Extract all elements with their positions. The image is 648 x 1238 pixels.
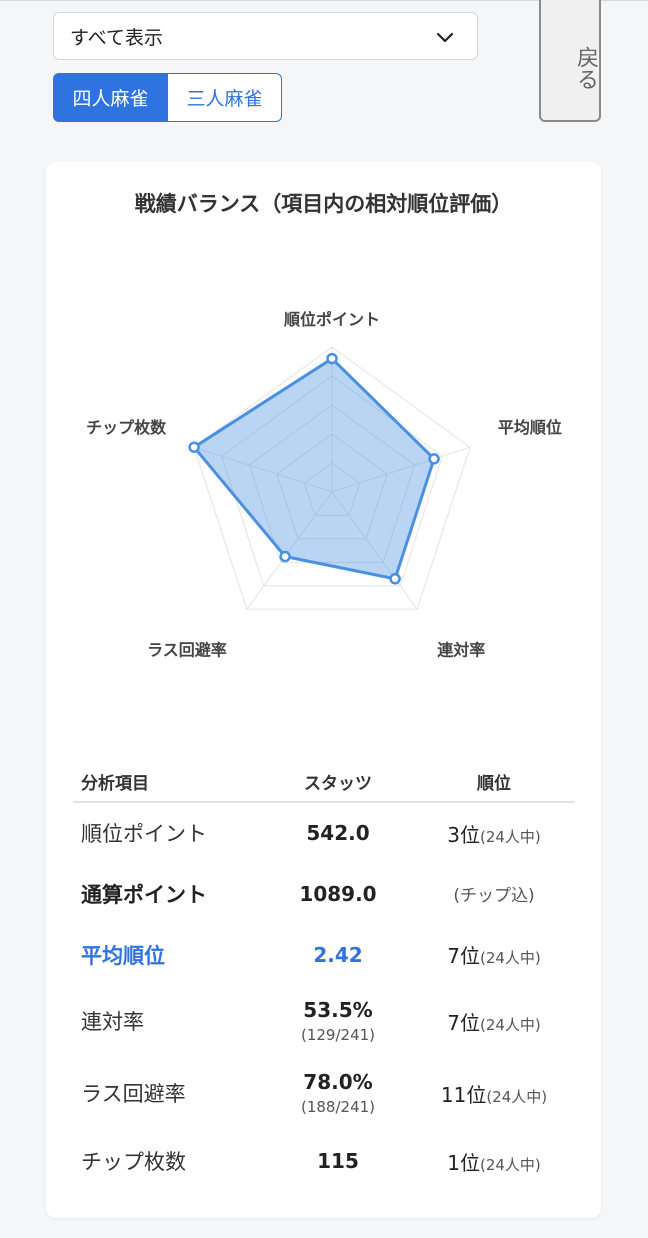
value-text: 78.0% bbox=[303, 1070, 373, 1094]
header-stats: スタッツ bbox=[263, 762, 413, 803]
rank-text: 7位 bbox=[447, 944, 480, 968]
row-note: (チップ込) bbox=[453, 886, 535, 906]
table-row: 通算ポイント 1089.0 (チップ込) bbox=[73, 863, 575, 924]
row-value: 2.42 bbox=[313, 942, 363, 967]
tab-four-player-label: 四人麻雀 bbox=[72, 88, 149, 110]
row-item: 平均順位 bbox=[81, 943, 165, 968]
player-count-toggle: 四人麻雀 三人麻雀 bbox=[53, 73, 282, 122]
stats-table: 分析項目 スタッツ 順位 順位ポイント 542.0 3位(24人中) 通算ポイン… bbox=[73, 762, 575, 1193]
table-row: 連対率 53.5% (129/241) 7位(24人中) bbox=[73, 985, 575, 1057]
row-value: 53.5% (129/241) bbox=[263, 985, 413, 1057]
filter-select-value: すべて表示 bbox=[70, 26, 163, 49]
row-item: 連対率 bbox=[81, 1010, 144, 1034]
chevron-down-icon bbox=[436, 32, 454, 43]
row-value: 78.0% (188/241) bbox=[263, 1057, 413, 1129]
tab-three-player-label: 三人麻雀 bbox=[186, 88, 263, 110]
rank-sub: (24人中) bbox=[479, 1015, 541, 1034]
table-row: 順位ポイント 542.0 3位(24人中) bbox=[73, 802, 575, 863]
row-rank: 7位(24人中) bbox=[413, 985, 575, 1057]
table-row: 平均順位 2.42 7位(24人中) bbox=[73, 924, 575, 985]
row-item: ラス回避率 bbox=[81, 1082, 186, 1106]
tab-three-player[interactable]: 三人麻雀 bbox=[168, 73, 282, 122]
radar-axis-label: 連対率 bbox=[437, 640, 485, 659]
radar-point bbox=[428, 453, 440, 465]
radar-axis-label: 平均順位 bbox=[498, 418, 562, 437]
table-row: ラス回避率 78.0% (188/241) 11位(24人中) bbox=[73, 1057, 575, 1129]
table-row: チップ枚数 115 1位(24人中) bbox=[73, 1129, 575, 1193]
value-fraction: (188/241) bbox=[300, 1098, 376, 1116]
back-button-label: 戻る bbox=[573, 46, 598, 90]
row-rank: 11位(24人中) bbox=[413, 1057, 575, 1129]
header-rank: 順位 bbox=[413, 762, 575, 803]
row-value: 115 bbox=[317, 1149, 359, 1173]
row-rank: 1位(24人中) bbox=[413, 1129, 575, 1193]
radar-point bbox=[188, 441, 200, 453]
rank-sub: (24人中) bbox=[479, 827, 541, 846]
radar-point bbox=[279, 550, 291, 563]
radar-point bbox=[389, 573, 401, 585]
row-value: 542.0 bbox=[306, 821, 370, 845]
value-fraction: (129/241) bbox=[300, 1026, 376, 1044]
radar-axis-label: ラス回避率 bbox=[147, 640, 227, 659]
filter-select[interactable]: すべて表示 bbox=[53, 12, 478, 60]
row-item: 順位ポイント bbox=[81, 822, 207, 846]
rank-sub: (24人中) bbox=[479, 949, 541, 967]
radar-data-area bbox=[192, 357, 436, 581]
radar-axis-label: 順位ポイント bbox=[283, 310, 380, 329]
rank-text: 7位 bbox=[447, 1010, 480, 1035]
stats-card: 戦績バランス（項目内の相対順位評価） 順位ポイント 平均順位 連対率 ラス回避率 チップ… bbox=[46, 162, 601, 1218]
table-header-row: 分析項目 スタッツ 順位 bbox=[73, 762, 575, 803]
row-item: 通算ポイント bbox=[81, 882, 207, 907]
row-item: チップ枚数 bbox=[81, 1150, 186, 1174]
rank-text: 11位 bbox=[440, 1082, 487, 1107]
value-text: 53.5% bbox=[303, 998, 373, 1022]
header-item: 分析項目 bbox=[73, 762, 263, 803]
row-value: 1089.0 bbox=[299, 881, 377, 906]
radar-axis-label: チップ枚数 bbox=[86, 418, 167, 437]
rank-text: 1位 bbox=[447, 1150, 480, 1175]
rank-sub: (24人中) bbox=[479, 1155, 541, 1174]
tab-four-player[interactable]: 四人麻雀 bbox=[53, 73, 168, 122]
radar-chart: 順位ポイント平均順位連対率 ラス回避率 チップ枚数 bbox=[86, 310, 562, 659]
row-rank: 3位(24人中) bbox=[413, 802, 575, 863]
radar-point bbox=[326, 352, 338, 365]
back-button[interactable]: 戻る bbox=[539, 0, 601, 122]
rank-text: 3位 bbox=[447, 822, 480, 847]
rank-sub: (24人中) bbox=[486, 1087, 548, 1106]
row-rank: 7位(24人中) bbox=[413, 924, 575, 985]
